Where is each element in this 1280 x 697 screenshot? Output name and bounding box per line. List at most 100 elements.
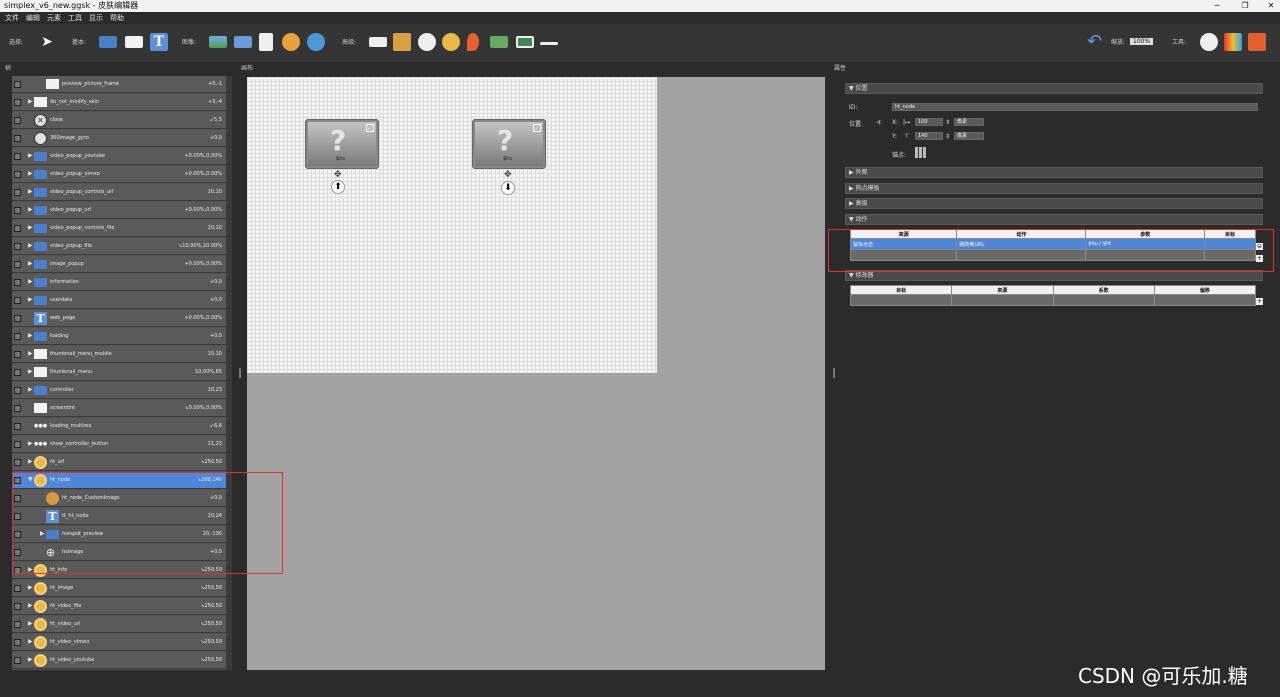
svg-icon[interactable] [259,33,273,51]
visibility-checkbox[interactable] [14,99,21,106]
tree-row[interactable]: ▶ video_popup_controls_url 10,10 [12,184,226,201]
tree-row[interactable]: ▶ ht_url ↘250,50 [12,454,226,471]
visibility-checkbox[interactable] [14,585,21,592]
actions-section[interactable]: ▼ 动作 [845,214,1263,225]
zoom-select[interactable]: 100% [1130,38,1154,45]
visibility-checkbox[interactable] [14,81,21,88]
x-spin-icon[interactable]: ⇕ [945,119,950,126]
link-icon[interactable]: ⊰ [876,119,881,126]
visibility-checkbox[interactable] [14,369,21,376]
tree-row[interactable]: ▶ video_popup_vimeo +0.00%,0.00% [12,166,226,183]
hotspot-icon[interactable] [442,33,460,51]
expand-arrow-icon[interactable]: ▶ [28,638,33,645]
tree-row[interactable]: ▶ ht_video_file ↘250,50 [12,598,226,615]
chart-icon[interactable] [1248,33,1266,51]
hotspot-template-section[interactable]: ▶ 热点模板 [845,183,1263,194]
tree-row[interactable]: ▶ ht_video_vimeo ↘250,50 [12,634,226,651]
earth-icon[interactable] [307,33,325,51]
tree-row[interactable]: ▶ image_popup +0.00%,0.00% [12,256,226,273]
tree-row[interactable]: preview_picture_frame +0,-1 [12,76,226,93]
expand-arrow-icon[interactable]: ▶ [28,98,33,105]
tree-row[interactable]: ▶ video_popup_url +0.00%,0.00% [12,202,226,219]
expand-arrow-icon[interactable]: ▶ [28,386,33,393]
visibility-checkbox[interactable] [14,333,21,340]
tree-row[interactable]: ▶ ht_video_youtube ↘250,50 [12,652,226,669]
visibility-checkbox[interactable] [14,639,21,646]
palette-icon[interactable] [1224,33,1242,51]
hotspot-preview-down[interactable]: ? ✓ $hs [472,119,546,169]
expand-arrow-icon[interactable]: ▶ [28,242,33,249]
expand-arrow-icon[interactable]: ▶ [28,656,33,663]
visibility-checkbox[interactable] [14,423,21,430]
arrow-up-icon[interactable]: ⬆ [331,180,345,194]
arrow-down-icon[interactable]: ⬇ [501,181,515,195]
menu-element[interactable]: 元素 [47,12,61,24]
tree-row[interactable]: ●●● loading_multires ↙6,6 [12,418,226,435]
tree-row[interactable]: ✕ close ↙5,5 [12,112,226,129]
tree-row[interactable]: ▶ controller 10,23 [12,382,226,399]
visibility-checkbox[interactable] [14,117,21,124]
tree-row[interactable]: ▶ thumbnail_menu 10,00%,65 [12,364,226,381]
visibility-checkbox[interactable] [14,207,21,214]
magnifier-icon[interactable] [1200,33,1218,51]
move-handle-icon[interactable]: ✥ [504,170,512,180]
tree-row[interactable]: ▶ userdata +0,0 [12,292,226,309]
expand-arrow-icon[interactable]: ▶ [28,332,33,339]
expand-arrow-icon[interactable]: ▶ [28,152,33,159]
visibility-checkbox[interactable] [14,153,21,160]
visibility-checkbox[interactable] [14,351,21,358]
tree-row[interactable]: ▶ do_not_modify_skin +3,-4 [12,94,226,111]
minimize-icon[interactable]: ─ [1208,0,1226,12]
tree-row[interactable]: ▶ ●●● show_controller_button 11,23 [12,436,226,453]
expand-arrow-icon[interactable]: ▶ [28,188,33,195]
map-icon[interactable] [490,36,508,48]
map-pin-icon[interactable] [467,33,479,51]
expand-arrow-icon[interactable]: ▶ [28,170,33,177]
visibility-checkbox[interactable] [14,261,21,268]
expand-arrow-icon[interactable]: ▶ [28,440,33,447]
expand-arrow-icon[interactable]: ▶ [28,278,33,285]
tree-row[interactable]: ▶ thumbnail_menu_mobile 10,10 [12,346,226,363]
visibility-checkbox[interactable] [14,603,21,610]
move-handle-icon[interactable]: ✥ [334,170,342,180]
tree-row[interactable]: ▶ ht_video_url ↘250,50 [12,616,226,633]
tree-row[interactable]: ▶ ht_image ↘250,50 [12,580,226,597]
visibility-checkbox[interactable] [14,171,21,178]
y-spin-icon[interactable]: ⇕ [945,133,950,140]
visibility-checkbox[interactable] [14,189,21,196]
tree-row[interactable]: Tweb_page +0.00%,0.00% [12,310,226,327]
tree-row[interactable]: ▶ loading +0,0 [12,328,226,345]
canvas-area[interactable]: ? ✓ $hs ✥ ⬆ ? ✓ $hs ✥ ⬇ [247,77,825,670]
tree-row[interactable]: 360image_gyro +0,0 [12,130,226,147]
expand-arrow-icon[interactable]: ▶ [28,368,33,375]
expand-arrow-icon[interactable]: ▶ [28,602,33,609]
rectangle-icon[interactable] [125,36,143,48]
y-unit-select[interactable]: 像素 [954,132,984,140]
x-input[interactable]: 100 [915,118,943,126]
anchor-grid-icon[interactable] [915,147,926,158]
advanced-section[interactable]: ▶ 高级 [845,198,1263,209]
tree-row[interactable]: ▶ video_popup_controls_file 10,10 [12,220,226,237]
visibility-checkbox[interactable] [14,225,21,232]
menu-edit[interactable]: 编辑 [26,12,40,24]
expand-arrow-icon[interactable]: ▶ [28,584,33,591]
tree-splitter[interactable] [239,368,241,378]
visibility-checkbox[interactable] [14,297,21,304]
visibility-checkbox[interactable] [14,621,21,628]
visibility-checkbox[interactable] [14,657,21,664]
expand-arrow-icon[interactable]: ▶ [28,620,33,627]
visibility-checkbox[interactable] [14,387,21,394]
menu-file[interactable]: 文件 [5,12,19,24]
compass-icon[interactable] [418,33,436,51]
tree-row[interactable]: ▶ video_popup_youtube +0.00%,0.00% [12,148,226,165]
pointer-icon[interactable]: ➤ [38,33,56,51]
appearance-section[interactable]: ▶ 外观 [845,167,1263,178]
visibility-checkbox[interactable] [14,405,21,412]
visibility-checkbox[interactable] [14,459,21,466]
cloner-icon[interactable] [369,37,387,47]
element-tree[interactable]: preview_picture_frame +0,-1 ▶ do_not_modify… [12,76,226,670]
y-input[interactable]: 140 [915,132,943,140]
tree-row[interactable]: ▶ information +0,0 [12,274,226,291]
visibility-checkbox[interactable] [14,135,21,142]
add-modifier-button[interactable]: + [1256,298,1263,305]
